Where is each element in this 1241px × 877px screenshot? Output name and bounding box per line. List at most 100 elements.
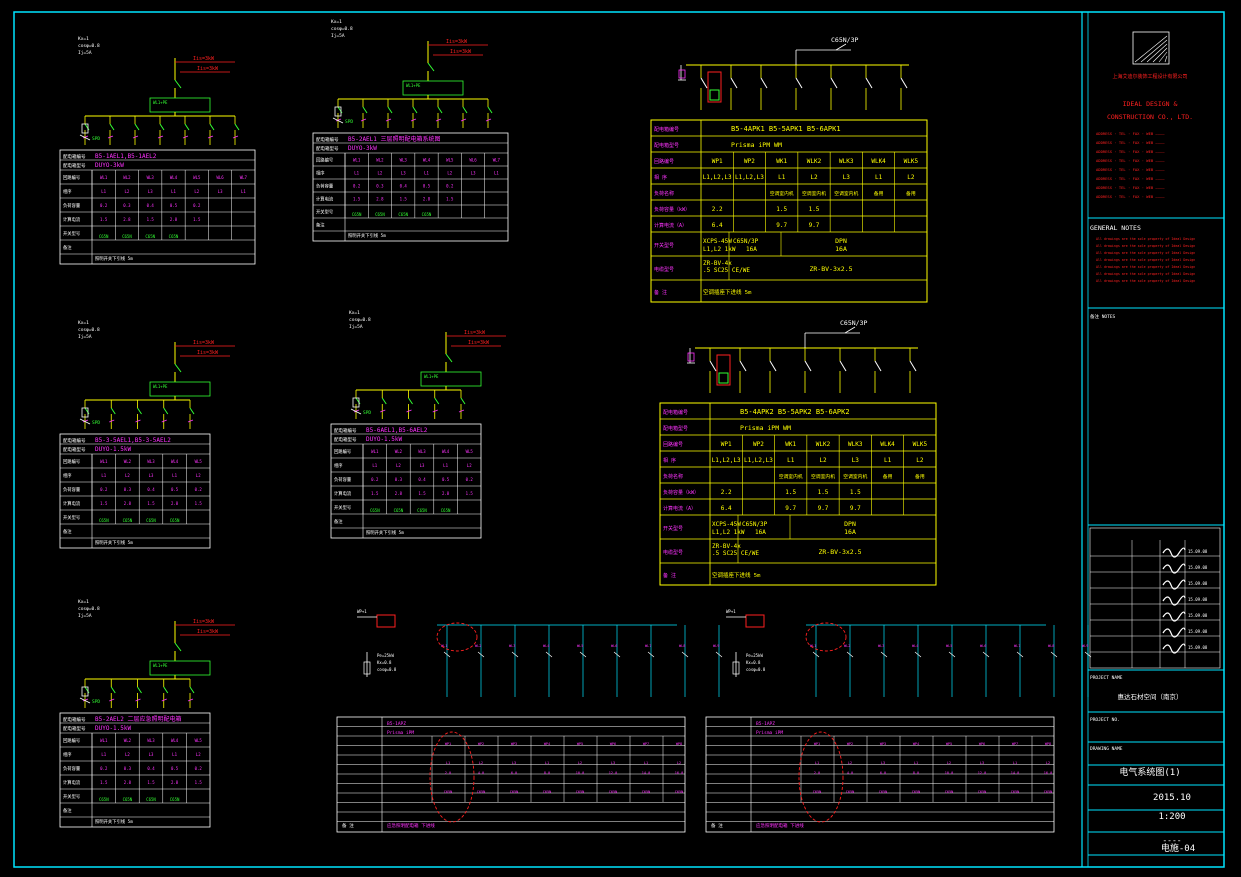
switch-b2: 16A <box>746 246 757 253</box>
board-type: Prisma iPM <box>387 730 414 736</box>
branch-tag <box>380 409 386 413</box>
cell-circuit: WL5 <box>446 158 454 163</box>
row-label: 开关型号 <box>334 504 351 511</box>
cell-phase: L2 <box>396 463 401 468</box>
switch-c: DPN <box>835 237 847 245</box>
param: cosφ=0.8 <box>377 667 397 672</box>
row-label: 备注 <box>63 807 72 814</box>
spd-label: SPD <box>92 699 100 705</box>
branch-switch <box>709 360 717 372</box>
general-notes-text: All drawings are the sole property of Id… <box>1096 272 1195 276</box>
cell-circuit: WL4 <box>170 175 178 180</box>
company-address: ADDRESS · TEL · FAX · WEB ———— <box>1096 185 1165 190</box>
row-label: 备 注 <box>654 289 667 296</box>
row-label: 开关型号 <box>63 230 80 237</box>
cell: 16.0 <box>1044 771 1052 775</box>
cell-current: 1.5 <box>418 491 426 496</box>
cell-current: 1.5 <box>400 197 408 202</box>
cell-current: 1.5 <box>100 217 108 222</box>
row-label: 配电箱编号 <box>663 409 688 416</box>
lighting-panel-p5: Iis=3kW Iis=3kW Kx=1cosφ=0.8Ij=5A WL1+PE SPD… <box>59 599 235 828</box>
panel-subtitle: DUYO-1.5kW <box>95 725 132 732</box>
cell-power: 1.5 <box>818 489 829 496</box>
cell-circuit: WP1 <box>712 158 723 165</box>
main-breaker <box>174 363 182 373</box>
cell-load: 0.3 <box>124 766 132 771</box>
cell-phase: L2 <box>196 752 201 757</box>
power-panel-2: C65N/3P 配电箱编号配电箱型号回路编号相 序负荷名称负荷容量（kW） 计算电流… <box>659 319 937 586</box>
branch-breaker <box>189 686 195 694</box>
cell-switch: C65N <box>99 797 109 802</box>
row-label: 负荷容量（kW） <box>654 206 690 213</box>
cell-use: 空调室内机 <box>834 190 858 197</box>
panel-param: Ij=5A <box>78 50 92 56</box>
branch-breaker <box>462 106 468 114</box>
panel-number: B5-4APK1 B5-5APK1 B5-6APK1 <box>731 125 841 133</box>
earth-box <box>678 69 686 79</box>
cell: WP7 <box>643 742 649 746</box>
cell-current: 1.5 <box>193 217 201 222</box>
branch-switch <box>830 77 838 89</box>
general-notes-text: All drawings are the sole property of Id… <box>1096 258 1195 262</box>
logo-hatch <box>1140 39 1168 63</box>
cell-load: 0.2 <box>446 184 454 189</box>
scale-value: 1:200 <box>1158 812 1185 822</box>
cell-circuit: WL5 <box>466 449 474 454</box>
cell-use: 备用 <box>906 190 916 197</box>
xcps-module <box>709 89 720 101</box>
row-label: 备 注 <box>342 822 354 829</box>
sheet-number: 电施-04 <box>1161 842 1195 854</box>
cell-phase: L2 <box>125 752 130 757</box>
cell-circuit: WL6 <box>216 175 224 180</box>
panel-title: B5-2AEL2 二层应急照明配电箱 <box>95 715 182 723</box>
cable-a: .5 SC25 CE/WE <box>712 550 759 557</box>
cell-current: 9.7 <box>818 505 829 512</box>
cell-circuit: WL2 <box>123 175 131 180</box>
cell-current: 2.8 <box>442 491 450 496</box>
branch-breaker <box>387 106 393 114</box>
cell-switch: C65N <box>398 212 408 217</box>
cell: 4.0 <box>478 771 484 775</box>
row-label: 配电箱编号 <box>63 153 86 160</box>
project-name: 惠达石材空间（南京） <box>1118 692 1183 701</box>
cell-load: 0.4 <box>400 184 408 189</box>
branch-label: WL9 <box>1082 644 1088 648</box>
cell-current: 1.5 <box>446 197 454 202</box>
branch-breaker <box>84 686 90 694</box>
branch-label: WL2 <box>844 644 850 648</box>
row-label: 配电箱编号 <box>63 716 86 723</box>
cell: WP3 <box>511 742 517 746</box>
cell: L3 <box>881 761 885 765</box>
cell: L2 <box>479 761 483 765</box>
cell-circuit: WL1 <box>100 175 108 180</box>
cell: WP6 <box>610 742 616 746</box>
cell-load: 0.4 <box>147 487 155 492</box>
panel-param: Ij=5A <box>331 33 345 39</box>
branch-switch <box>909 360 917 372</box>
power-table <box>650 119 928 303</box>
branch-tag <box>182 135 189 139</box>
branch-label: WL5 <box>946 644 952 648</box>
cell: 10.0 <box>576 771 584 775</box>
cell: 4.0 <box>847 771 853 775</box>
cell-load: 0.5 <box>442 477 450 482</box>
meter-label: WL1+PE <box>406 83 421 88</box>
lighting-panel-p2: Iis=3kW Iis=3kW Kx=1cosφ=0.8Ij=5A WL1+PE SPD… <box>312 19 509 242</box>
branch-tag <box>458 409 465 413</box>
cell-switch: C65N <box>123 797 133 802</box>
row-label: 相序 <box>63 472 72 479</box>
cell: L1 <box>446 761 450 765</box>
cell-phase: L2 <box>907 174 915 181</box>
panel-table <box>312 132 509 242</box>
cell-circuit: WLK5 <box>904 158 919 165</box>
cell-circuit: WL3 <box>147 175 155 180</box>
cell-phase: L1,L2,L3 <box>744 457 773 464</box>
cell-switch: C65N <box>146 797 156 802</box>
company-address: ADDRESS · TEL · FAX · WEB ———— <box>1096 194 1165 199</box>
cell-phase: L2 <box>194 189 199 194</box>
cell-circuit: WL2 <box>395 449 403 454</box>
cell-phase: L3 <box>149 752 154 757</box>
branch-breaker <box>137 686 142 694</box>
branch-breaker <box>184 123 190 131</box>
cell: L1 <box>545 761 549 765</box>
